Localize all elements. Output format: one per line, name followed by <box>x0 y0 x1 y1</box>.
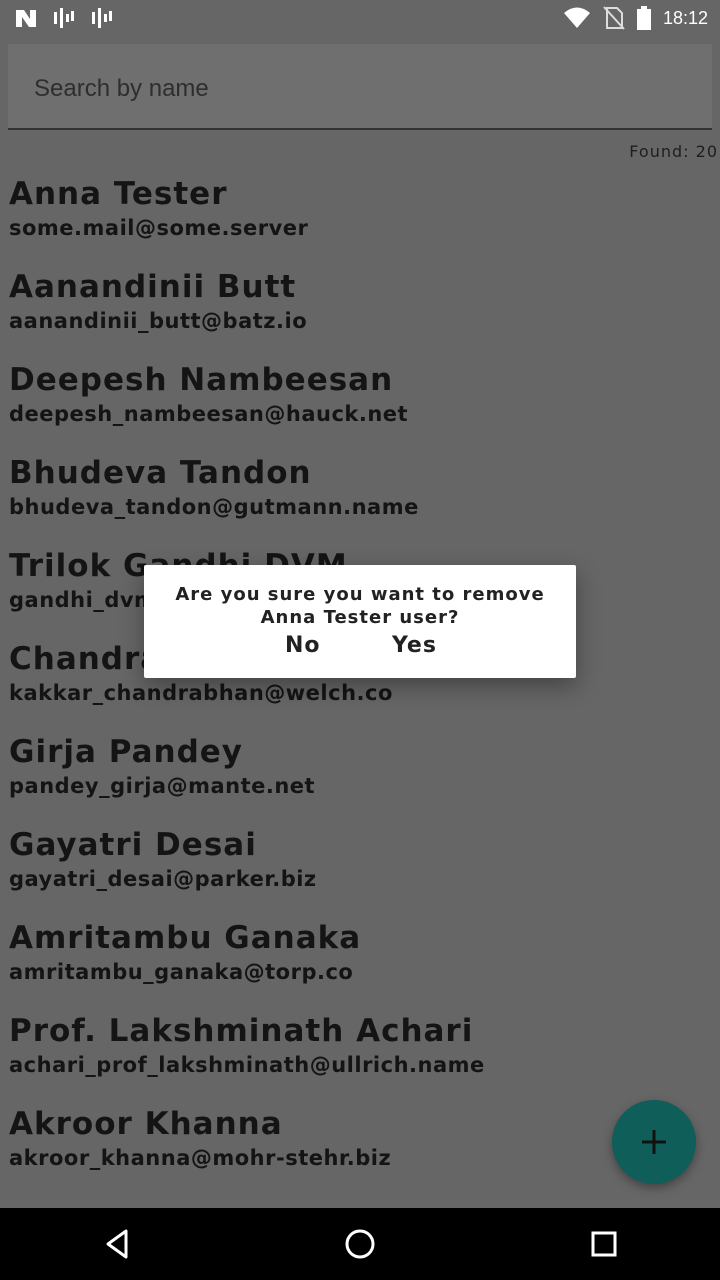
battery-icon <box>636 6 651 30</box>
user-list[interactable]: Anna Tester some.mail@some.server Aanand… <box>0 172 720 1208</box>
search-input[interactable] <box>32 68 676 110</box>
user-name: Anna Tester <box>9 176 228 212</box>
user-email: bhudeva_tandon@gutmann.name <box>9 495 419 519</box>
list-item[interactable]: Girja Pandey pandey_girja@mante.net <box>0 730 720 823</box>
user-email: aanandinii_butt@batz.io <box>9 309 308 333</box>
found-count: Found: 20 <box>629 142 718 161</box>
user-email: deepesh_nambeesan@hauck.net <box>9 402 409 426</box>
user-email: kakkar_chandrabhan@welch.co <box>9 681 393 705</box>
confirm-remove-dialog: Are you sure you want to remove Anna Tes… <box>144 565 576 678</box>
user-name: Gayatri Desai <box>9 827 257 863</box>
back-icon[interactable] <box>102 1228 134 1260</box>
status-right-icons: 18:12 <box>563 6 708 30</box>
home-icon[interactable] <box>344 1228 376 1260</box>
list-item[interactable]: Aanandinii Butt aanandinii_butt@batz.io <box>0 265 720 358</box>
n-logo-icon <box>16 10 36 27</box>
yes-button[interactable]: Yes <box>392 633 437 658</box>
list-item[interactable]: Prof. Lakshminath Achari achari_prof_lak… <box>0 1009 720 1102</box>
signal-bars-icon <box>54 8 74 28</box>
status-time: 18:12 <box>662 7 708 28</box>
no-button[interactable]: No <box>285 633 321 658</box>
user-name: Girja Pandey <box>9 734 243 770</box>
user-email: some.mail@some.server <box>9 216 309 240</box>
user-email: achari_prof_lakshminath@ullrich.name <box>9 1053 485 1077</box>
user-email: amritambu_ganaka@torp.co <box>9 960 354 984</box>
navigation-bar <box>0 1208 720 1280</box>
list-item[interactable]: Anna Tester some.mail@some.server <box>0 172 720 265</box>
plus-icon <box>642 1130 666 1154</box>
list-item[interactable]: Amritambu Ganaka amritambu_ganaka@torp.c… <box>0 916 720 1009</box>
user-email: gayatri_desai@parker.biz <box>9 867 317 891</box>
list-item[interactable] <box>0 1195 720 1208</box>
no-sim-icon <box>603 6 625 30</box>
user-name: Aanandinii Butt <box>9 269 297 305</box>
add-user-button[interactable] <box>612 1100 696 1184</box>
user-email: pandey_girja@mante.net <box>9 774 316 798</box>
user-name <box>9 1195 720 1199</box>
list-item[interactable]: Deepesh Nambeesan deepesh_nambeesan@hauc… <box>0 358 720 451</box>
list-item[interactable]: Bhudeva Tandon bhudeva_tandon@gutmann.na… <box>0 451 720 544</box>
user-name: Deepesh Nambeesan <box>9 362 394 398</box>
dialog-message: Are you sure you want to remove Anna Tes… <box>175 584 545 628</box>
search-field-container <box>8 44 712 130</box>
user-name: Bhudeva Tandon <box>9 455 312 491</box>
recents-icon[interactable] <box>588 1228 620 1260</box>
status-left-icons <box>14 6 114 30</box>
status-bar: 18:12 <box>0 0 720 36</box>
list-item[interactable]: Gayatri Desai gayatri_desai@parker.biz <box>0 823 720 916</box>
user-name: Prof. Lakshminath Achari <box>9 1013 474 1049</box>
wifi-icon <box>563 7 590 28</box>
signal-bars-icon <box>92 8 112 28</box>
user-name: Amritambu Ganaka <box>9 920 362 956</box>
